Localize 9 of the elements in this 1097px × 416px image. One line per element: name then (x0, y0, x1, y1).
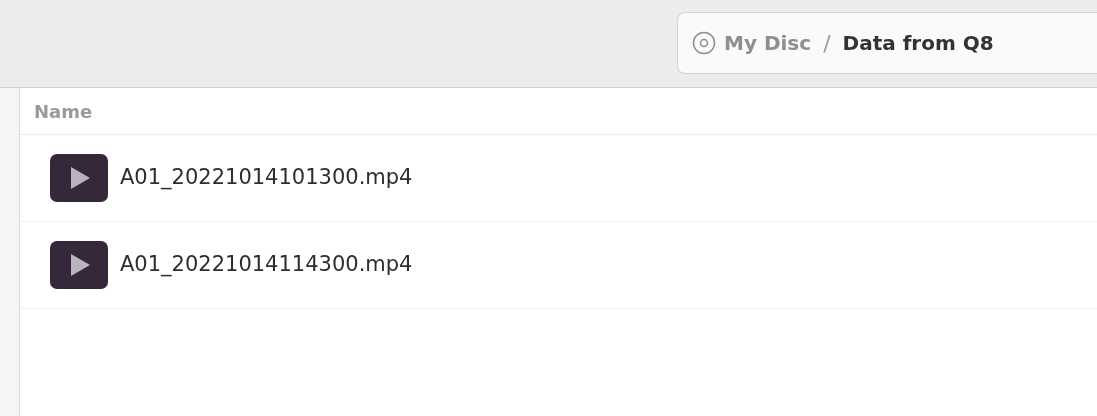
file-row[interactable]: A01_20221014101300.mp4 (20, 135, 1097, 222)
disc-icon (692, 31, 716, 55)
breadcrumb-separator: / (823, 29, 831, 58)
video-file-icon (50, 154, 108, 202)
breadcrumb-item[interactable]: Data from Q8 (842, 28, 994, 58)
file-row[interactable]: A01_20221014114300.mp4 (20, 222, 1097, 309)
file-name: A01_20221014101300.mp4 (120, 164, 413, 192)
video-file-icon (50, 241, 108, 289)
file-name: A01_20221014114300.mp4 (120, 251, 413, 279)
